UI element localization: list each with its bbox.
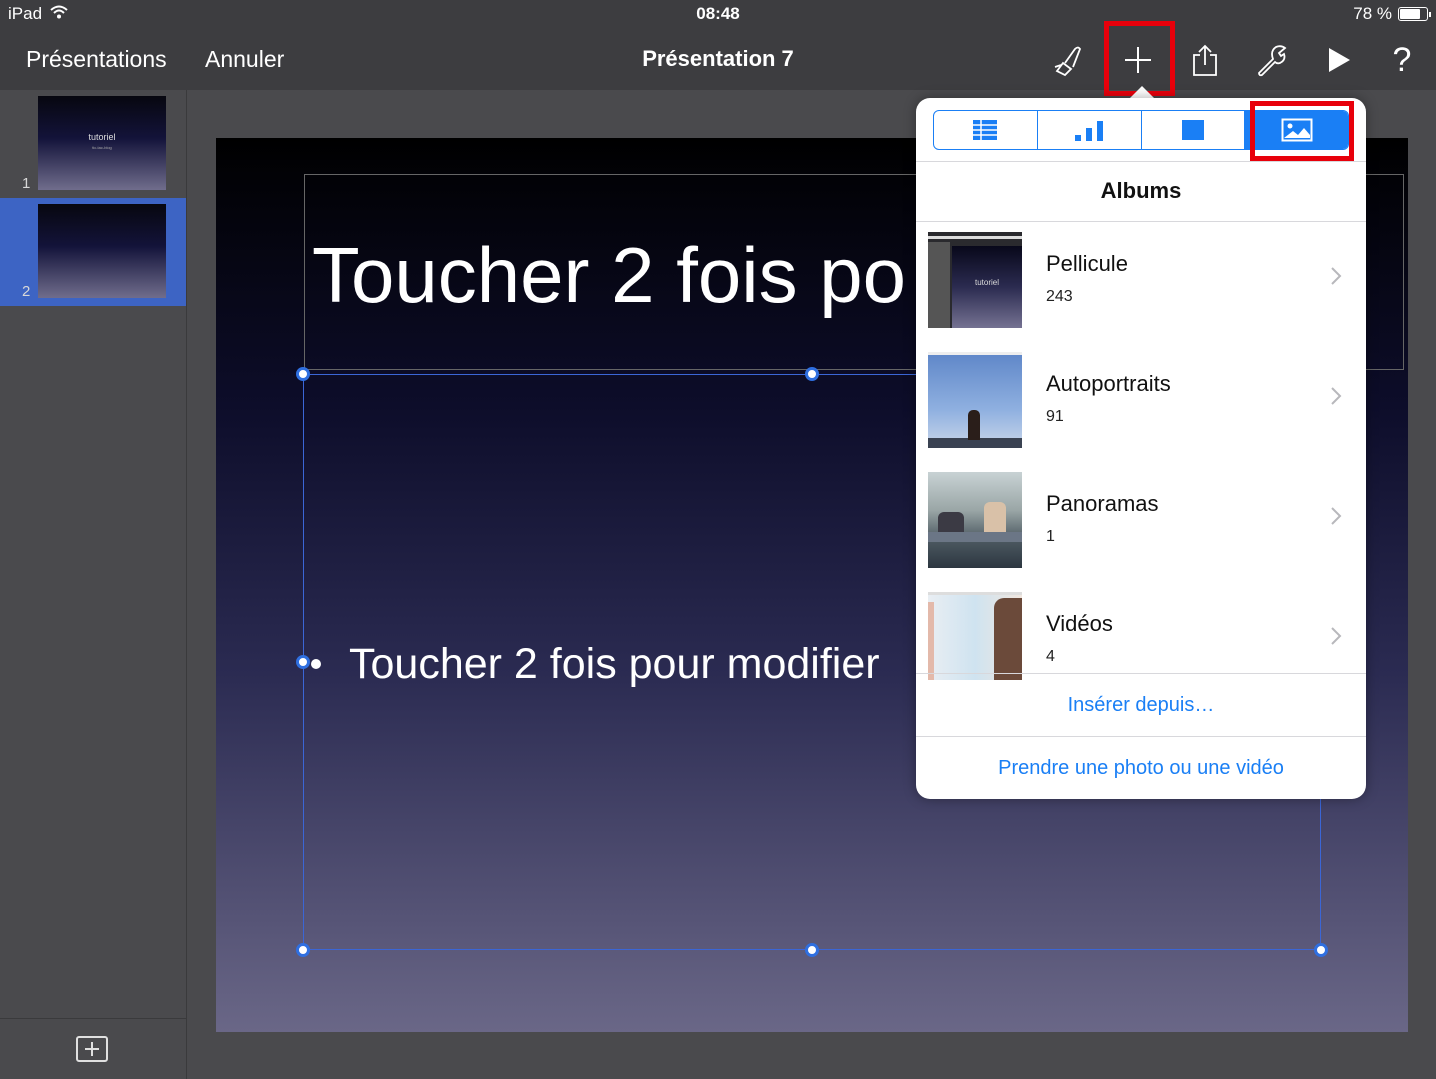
divider (916, 673, 1366, 674)
album-count: 1 (1046, 528, 1055, 545)
thumb-subtitle: tic-tac-blog (92, 145, 112, 150)
title-placeholder-text[interactable]: Toucher 2 fois po (312, 230, 906, 321)
thumb-stack-edge (928, 352, 1022, 355)
play-icon[interactable] (1316, 38, 1360, 82)
resize-handle-bottom-left[interactable] (296, 943, 310, 957)
help-icon[interactable]: ? (1380, 38, 1424, 82)
table-icon (973, 120, 998, 140)
chart-icon (1075, 121, 1104, 141)
thumb-stack-edge (928, 592, 1022, 595)
album-name: Panoramas (1046, 491, 1159, 516)
album-thumbnail: tutoriel (928, 232, 1022, 328)
slide-thumb-image (38, 204, 166, 298)
chevron-right-icon (1331, 267, 1342, 285)
chevron-right-icon (1331, 627, 1342, 645)
toolbar: Présentations Annuler Présentation 7 ? (0, 28, 1436, 90)
album-name: Autoportraits (1046, 371, 1171, 396)
thumb-stack-edge (928, 236, 1022, 239)
slide-thumbnail-1[interactable]: tutoriel tic-tac-blog 1 (0, 90, 186, 198)
thumb-slide (952, 246, 1022, 328)
table-tab[interactable] (934, 111, 1038, 149)
album-name: Vidéos (1046, 611, 1113, 636)
chevron-right-icon (1331, 387, 1342, 405)
bullet-dot (311, 659, 321, 669)
highlight-plus-button (1104, 21, 1175, 96)
keynote-app: iPad 08:48 78 % Présentations Annuler Pr… (0, 0, 1436, 1079)
take-photo-link[interactable]: Prendre une photo ou une vidéo (916, 757, 1366, 780)
popover-arrow (1130, 86, 1154, 98)
wrench-icon[interactable] (1250, 38, 1294, 82)
thumb-text: tutoriel (974, 278, 999, 287)
insert-from-link[interactable]: Insérer depuis… (916, 694, 1366, 717)
album-count: 91 (1046, 408, 1064, 425)
album-autoportraits[interactable]: Autoportraits 91 (916, 344, 1366, 464)
plus-icon (85, 1042, 99, 1056)
resize-handle-top-left[interactable] (296, 367, 310, 381)
battery-percent: 78 % (1353, 4, 1392, 23)
divider (916, 161, 1366, 162)
album-count: 4 (1046, 648, 1055, 665)
albums-heading: Albums (1100, 178, 1182, 203)
share-icon[interactable] (1183, 38, 1227, 82)
album-videos[interactable]: Vidéos 4 (916, 584, 1366, 704)
status-time: 08:48 (696, 4, 740, 23)
chart-tab[interactable] (1038, 111, 1142, 149)
resize-handle-middle-left[interactable] (296, 655, 310, 669)
album-thumbnail (928, 352, 1022, 448)
divider (916, 221, 1366, 222)
slide-navigator: tutoriel tic-tac-blog 1 2 (0, 90, 187, 1079)
album-panoramas[interactable]: Panoramas 1 (916, 464, 1366, 584)
thumb-desk (928, 532, 1022, 542)
divider (0, 1018, 186, 1019)
body-placeholder-text[interactable]: Toucher 2 fois pour modifier (349, 640, 880, 689)
album-pellicule[interactable]: tutoriel Pellicule 243 (916, 224, 1366, 344)
highlight-media-tab (1250, 101, 1354, 161)
battery-icon (1398, 7, 1431, 21)
thumb-person (968, 410, 980, 440)
thumb-sidebar (928, 242, 950, 328)
add-slide-button[interactable] (76, 1036, 108, 1062)
resize-handle-bottom-center[interactable] (805, 943, 819, 957)
divider (916, 736, 1366, 737)
shape-icon (1181, 120, 1204, 140)
battery-fill (1400, 9, 1420, 19)
album-thumbnail (928, 472, 1022, 568)
slide-thumb-image: tutoriel tic-tac-blog (38, 96, 166, 190)
slide-thumbnail-2[interactable]: 2 (0, 198, 186, 306)
chevron-right-icon (1331, 507, 1342, 525)
thumb-edge (928, 602, 934, 680)
album-name: Pellicule (1046, 251, 1128, 276)
album-thumbnail (928, 592, 1022, 680)
album-count: 243 (1046, 288, 1073, 305)
status-bar: iPad 08:48 78 % (0, 0, 1436, 28)
insert-media-popover: Albums tutoriel Pellicule 243 Autoportra… (916, 98, 1366, 799)
resize-handle-bottom-right[interactable] (1314, 943, 1328, 957)
brush-icon[interactable] (1046, 38, 1090, 82)
thumb-hair (994, 598, 1022, 680)
resize-handle-top-center[interactable] (805, 367, 819, 381)
shape-tab[interactable] (1142, 111, 1246, 149)
thumb-title: tutoriel (88, 132, 116, 142)
status-right: 78 % (1353, 4, 1431, 24)
slide-number: 1 (22, 175, 31, 192)
slide-number: 2 (22, 283, 31, 300)
